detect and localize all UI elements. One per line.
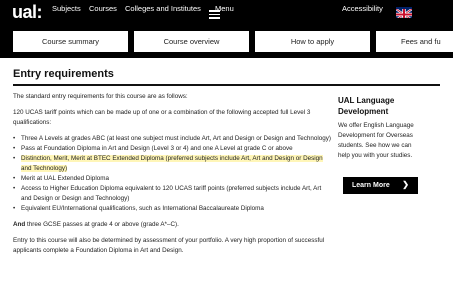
- tab-fees-and-funding[interactable]: Fees and fu: [376, 31, 453, 52]
- tab-course-summary[interactable]: Course summary: [13, 31, 128, 52]
- ual-logo[interactable]: ual:: [12, 2, 43, 23]
- entry-requirements-content: The standard entry requirements for this…: [13, 92, 333, 262]
- nav-courses[interactable]: Courses: [89, 4, 117, 13]
- list-item: Merit at UAL Extended Diploma: [13, 174, 333, 184]
- uk-flag-icon[interactable]: [396, 7, 412, 18]
- uk-flag-graphic: [396, 8, 412, 18]
- intro-text: The standard entry requirements for this…: [13, 93, 188, 100]
- language-development-box: UAL Language Development We offer Englis…: [338, 95, 423, 194]
- tab-course-overview[interactable]: Course overview: [134, 31, 249, 52]
- qualifications-list: Three A Levels at grades ABC (at least o…: [13, 134, 333, 214]
- nav-subjects[interactable]: Subjects: [52, 4, 81, 13]
- list-item: Three A Levels at grades ABC (at least o…: [13, 134, 333, 144]
- nav-accessibility[interactable]: Accessibility: [342, 4, 383, 13]
- nav-colleges-and-institutes[interactable]: Colleges and Institutes: [125, 4, 201, 13]
- list-item: Equivalent EU/International qualificatio…: [13, 204, 333, 214]
- title-divider: [13, 84, 440, 86]
- tab-how-to-apply[interactable]: How to apply: [255, 31, 370, 52]
- chevron-right-icon: ❯: [402, 180, 409, 189]
- list-item: Pass at Foundation Diploma in Art and De…: [13, 144, 333, 154]
- course-tabs: Course summary Course overview How to ap…: [0, 28, 453, 58]
- gcse-text: And three GCSE passes at grade 4 or abov…: [13, 221, 179, 228]
- top-navigation: ual: Subjects Courses Colleges and Insti…: [0, 0, 453, 28]
- list-item-highlighted: Distinction, Merit, Merit at BTEC Extend…: [13, 154, 333, 174]
- learn-more-button[interactable]: Learn More ❯: [343, 177, 418, 194]
- list-item: Access to Higher Education Diploma equiv…: [13, 184, 333, 204]
- side-title: UAL Language Development: [338, 96, 395, 116]
- nav-menu[interactable]: Menu: [215, 4, 234, 13]
- side-text: We offer English Language Development fo…: [338, 122, 414, 159]
- learn-more-label: Learn More: [352, 182, 390, 189]
- portfolio-text: Entry to this course will also be determ…: [13, 237, 325, 254]
- tariff-text: 120 UCAS tariff points which can be made…: [13, 109, 311, 126]
- page-title: Entry requirements: [13, 68, 114, 80]
